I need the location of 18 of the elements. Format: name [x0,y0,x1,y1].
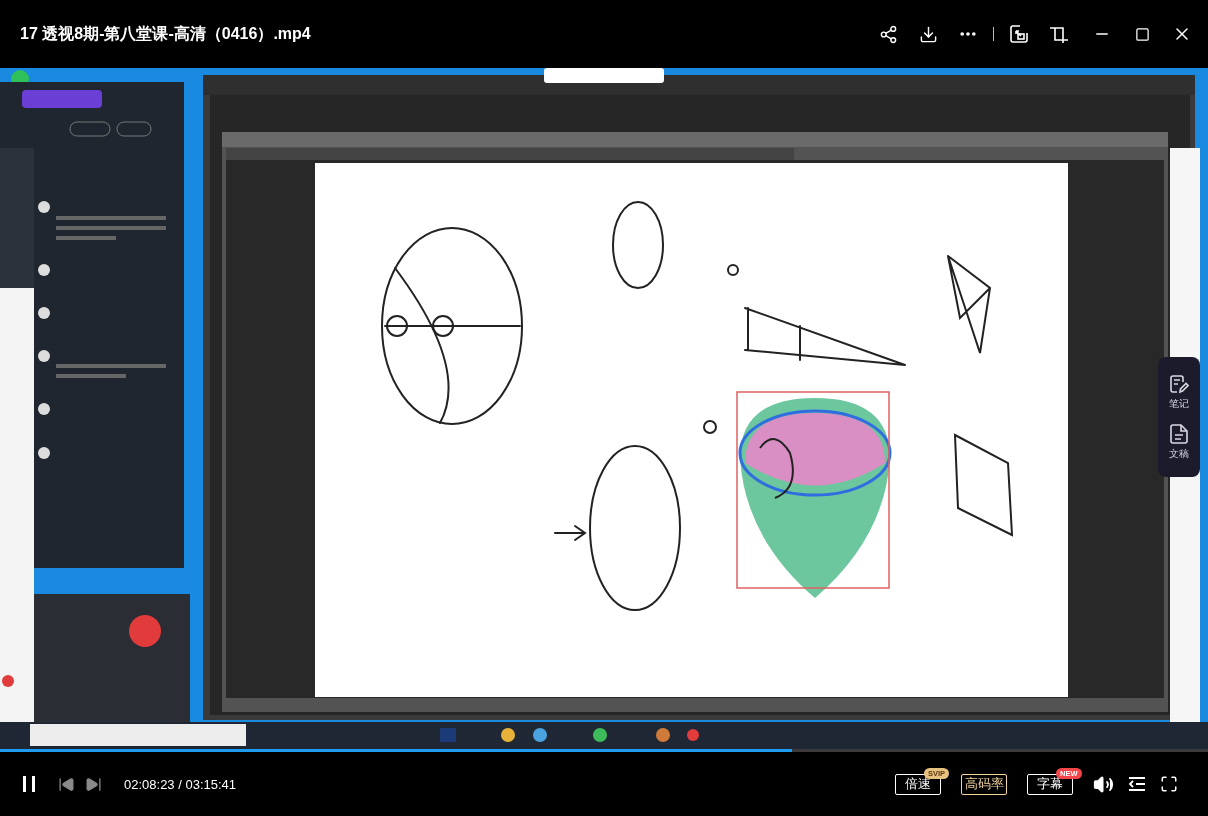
maximize-icon[interactable] [1134,26,1150,42]
progress-track[interactable] [0,749,1208,752]
option-button[interactable]: 高码率 [961,773,1007,795]
list-icon[interactable] [1128,776,1146,792]
notes-button[interactable]: 笔记 [1169,374,1189,410]
download-icon[interactable] [918,24,938,44]
share-icon[interactable] [878,24,898,44]
window-arrow-icon[interactable] [1009,24,1029,44]
time-display: 02:08:23 / 03:15:41 [124,776,237,792]
transcript-button[interactable]: 文稿 [1169,424,1189,460]
fullscreen-icon[interactable] [1160,775,1178,793]
next-icon[interactable] [84,775,102,793]
pause-icon[interactable] [22,775,36,793]
crop-icon[interactable] [1049,24,1069,44]
window-title: 17 透视8期-第八堂课-高清（0416）.mp4 [20,23,311,44]
previous-icon[interactable] [57,775,75,793]
document-icon [1170,424,1188,444]
note-pen-icon [1169,374,1189,394]
